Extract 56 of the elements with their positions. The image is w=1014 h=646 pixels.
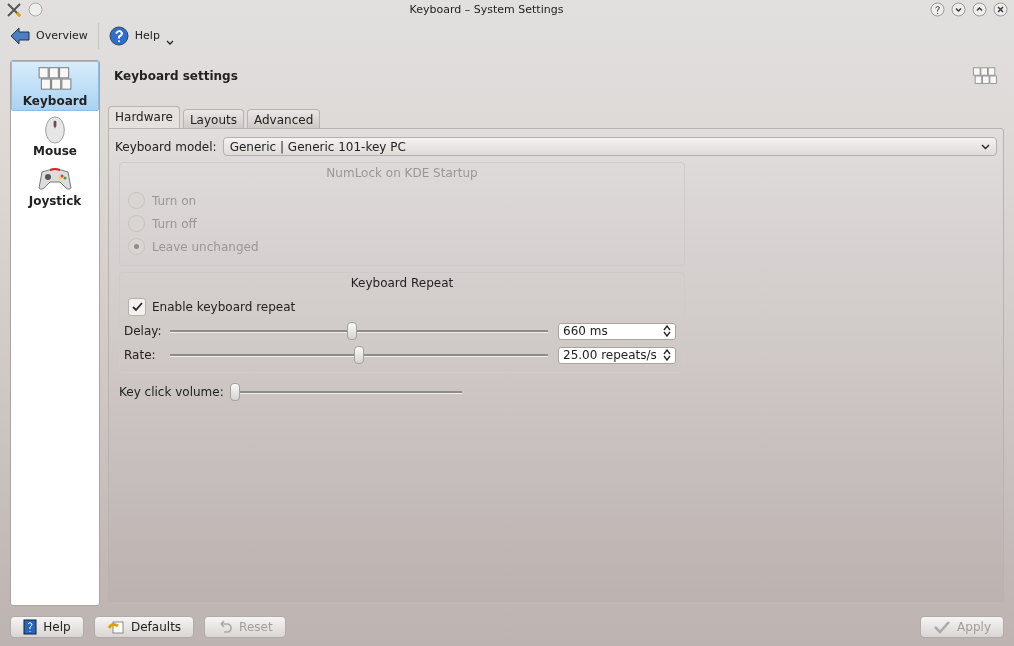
slider-thumb[interactable] [354, 346, 364, 364]
checkmark-icon [933, 620, 952, 634]
undo-document-icon [107, 620, 125, 634]
spin-arrows-icon [663, 349, 671, 361]
checkbox[interactable] [128, 298, 146, 316]
slider[interactable] [170, 346, 548, 364]
spin-value: 660 ms [563, 324, 608, 338]
checkbox-label: Enable keyboard repeat [152, 300, 296, 314]
help-menu-button[interactable]: Help [106, 23, 176, 48]
radio-label: Turn on [152, 193, 197, 208]
back-arrow-icon [10, 26, 30, 45]
dropdown-value: Generic | Generic 101-key PC [229, 139, 406, 154]
tab[interactable]: Layouts [182, 109, 244, 128]
help-button[interactable] [930, 2, 945, 17]
close-button[interactable] [993, 2, 1008, 17]
field-label: Keyboard model: [115, 139, 217, 154]
tab[interactable]: Advanced [247, 109, 321, 128]
window-title: Keyboard – System Settings [408, 3, 565, 16]
keyboard-icon [972, 67, 998, 85]
spin-box[interactable]: 660 ms [558, 322, 676, 340]
group-title: NumLock on KDE Startup [326, 166, 478, 180]
tab[interactable]: Hardware [108, 106, 180, 128]
sidebar-item[interactable]: Mouse [11, 111, 99, 161]
spin-box[interactable]: 25.00 repeats/s [558, 346, 676, 364]
group-title: Keyboard Repeat [350, 276, 454, 290]
checkmark-icon [131, 302, 143, 312]
help-button[interactable]: Help [10, 616, 84, 638]
defaults-button[interactable]: Defaults [94, 616, 195, 638]
caret-icon [981, 143, 990, 150]
radio-label: Turn off [152, 216, 197, 231]
spin-arrows-icon [663, 325, 671, 337]
slider-label: Delay: [124, 324, 160, 338]
page-heading: Keyboard settings [114, 69, 238, 83]
gamepad-icon [38, 166, 72, 192]
mouse-icon [44, 116, 66, 144]
slider[interactable] [170, 322, 548, 340]
slider-thumb[interactable] [346, 322, 357, 340]
slider-label: Rate: [124, 348, 157, 362]
slider[interactable] [229, 383, 462, 401]
tools-icon [6, 1, 22, 18]
radio-label: Leave unchanged [152, 239, 259, 254]
sidebar-item[interactable]: Joystick [11, 161, 99, 211]
help-book-icon [23, 619, 38, 635]
overview-button[interactable]: Overview [8, 24, 90, 47]
caret-icon [165, 39, 174, 46]
spin-value: 25.00 repeats/s [563, 348, 657, 362]
slider-thumb[interactable] [229, 383, 240, 401]
undo-icon [217, 620, 234, 634]
sidebar-item[interactable]: Keyboard [11, 61, 99, 111]
help-icon [108, 25, 129, 46]
minimize-button[interactable] [951, 2, 966, 17]
window-menu-button[interactable] [28, 2, 43, 17]
slider-label: Key click volume: [119, 385, 224, 399]
keyboard-model-dropdown[interactable]: Generic | Generic 101-key PC [222, 137, 997, 156]
keyboard-icon [38, 66, 72, 92]
maximize-button[interactable] [972, 2, 987, 17]
